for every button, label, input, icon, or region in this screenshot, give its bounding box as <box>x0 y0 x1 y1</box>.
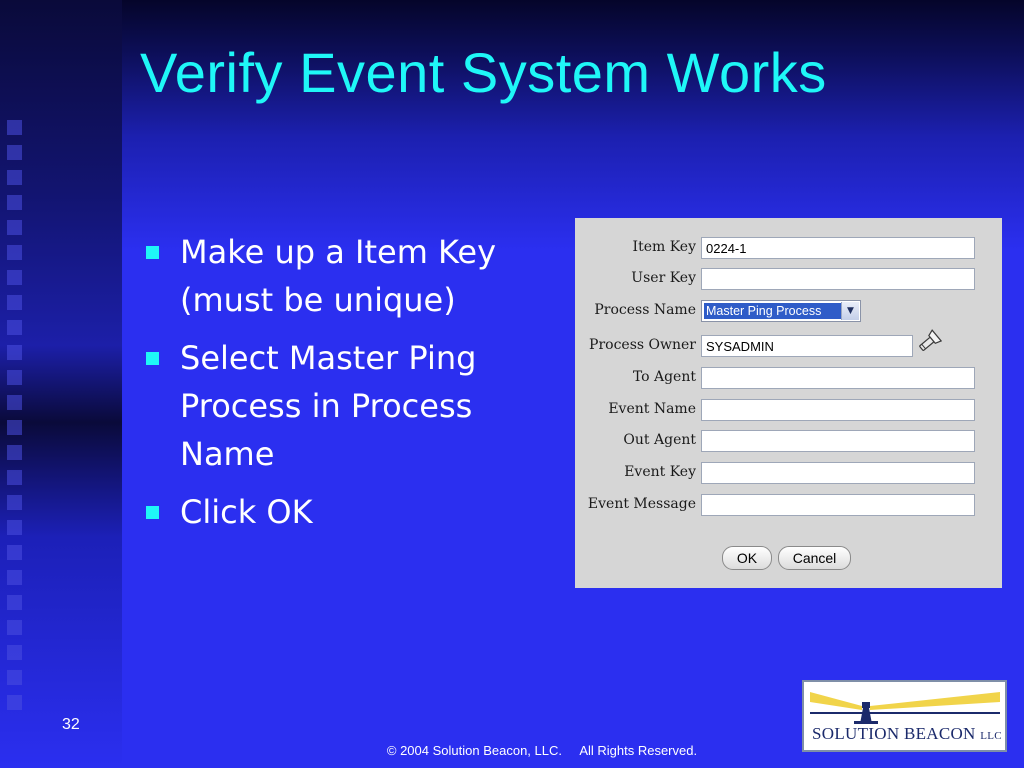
decorative-square <box>7 695 22 710</box>
background-left-panel <box>0 0 122 768</box>
bullet-text: Click OK <box>180 493 313 531</box>
form-row-event-name: Event Name <box>575 399 1002 423</box>
lighthouse-icon <box>810 692 1000 724</box>
event-message-input[interactable] <box>701 494 975 516</box>
decorative-square <box>7 270 22 285</box>
form-row-item-key: Item Key 0224-1 <box>575 237 1002 261</box>
decorative-square <box>7 645 22 660</box>
chevron-down-icon[interactable]: ▼ <box>841 302 859 320</box>
square-bullet-icon <box>146 506 159 519</box>
process-owner-input[interactable]: SYSADMIN <box>701 335 913 357</box>
decorative-square <box>7 320 22 335</box>
process-name-select[interactable]: Master Ping Process ▼ <box>701 300 861 322</box>
decorative-squares <box>7 120 47 720</box>
decorative-square <box>7 445 22 460</box>
process-name-label: Process Name <box>594 302 696 318</box>
bullet-item: Select Master Ping Process in Process Na… <box>140 334 550 478</box>
form-row-process-name: Process Name Master Ping Process ▼ <box>575 300 1002 324</box>
ok-button[interactable]: OK <box>722 546 772 570</box>
square-bullet-icon <box>146 352 159 365</box>
to-agent-label: To Agent <box>632 369 696 385</box>
to-agent-input[interactable] <box>701 367 975 389</box>
logo-suffix: LLC <box>980 730 1002 742</box>
event-key-label: Event Key <box>624 464 696 480</box>
item-key-label: Item Key <box>632 239 696 255</box>
event-key-input[interactable] <box>701 462 975 484</box>
bullet-text: Make up a Item Key (must be unique) <box>180 233 497 319</box>
bullet-item: Click OK <box>140 488 550 536</box>
process-name-selected-value: Master Ping Process <box>704 303 842 319</box>
logo-wordmark: SOLUTION BEACON LLC <box>812 724 1002 744</box>
event-message-label: Event Message <box>587 496 696 512</box>
decorative-square <box>7 170 22 185</box>
event-name-label: Event Name <box>608 401 696 417</box>
bullet-list: Make up a Item Key (must be unique) Sele… <box>140 228 550 546</box>
decorative-square <box>7 195 22 210</box>
cancel-button[interactable]: Cancel <box>778 546 851 570</box>
form-row-to-agent: To Agent <box>575 367 1002 391</box>
page-number: 32 <box>62 716 80 733</box>
decorative-square <box>7 545 22 560</box>
form-row-event-key: Event Key <box>575 462 1002 486</box>
flashlight-icon[interactable] <box>916 329 942 355</box>
slide-title: Verify Event System Works <box>140 41 827 104</box>
event-name-input[interactable] <box>701 399 975 421</box>
form-row-event-message: Event Message <box>575 494 1002 518</box>
form-row-out-agent: Out Agent <box>575 430 1002 454</box>
item-key-input[interactable]: 0224-1 <box>701 237 975 259</box>
solution-beacon-logo: SOLUTION BEACON LLC <box>802 680 1007 752</box>
decorative-square <box>7 395 22 410</box>
user-key-input[interactable] <box>701 268 975 290</box>
process-owner-label: Process Owner <box>589 337 696 353</box>
event-form-screenshot: Item Key 0224-1 User Key Process Name Ma… <box>575 218 1002 588</box>
decorative-square <box>7 470 22 485</box>
out-agent-label: Out Agent <box>623 432 696 448</box>
bullet-item: Make up a Item Key (must be unique) <box>140 228 550 324</box>
decorative-square <box>7 670 22 685</box>
user-key-label: User Key <box>631 270 696 286</box>
square-bullet-icon <box>146 246 159 259</box>
decorative-square <box>7 145 22 160</box>
logo-name: SOLUTION BEACON <box>812 724 976 743</box>
form-row-process-owner: Process Owner SYSADMIN <box>575 329 1002 359</box>
background-top-band <box>0 0 1024 250</box>
bullet-text: Select Master Ping Process in Process Na… <box>180 339 477 473</box>
decorative-square <box>7 370 22 385</box>
decorative-square <box>7 620 22 635</box>
decorative-square <box>7 420 22 435</box>
decorative-square <box>7 345 22 360</box>
form-row-user-key: User Key <box>575 268 1002 292</box>
decorative-square <box>7 245 22 260</box>
decorative-square <box>7 220 22 235</box>
decorative-square <box>7 595 22 610</box>
out-agent-input[interactable] <box>701 430 975 452</box>
decorative-square <box>7 295 22 310</box>
decorative-square <box>7 495 22 510</box>
decorative-square <box>7 520 22 535</box>
decorative-square <box>7 570 22 585</box>
decorative-square <box>7 120 22 135</box>
